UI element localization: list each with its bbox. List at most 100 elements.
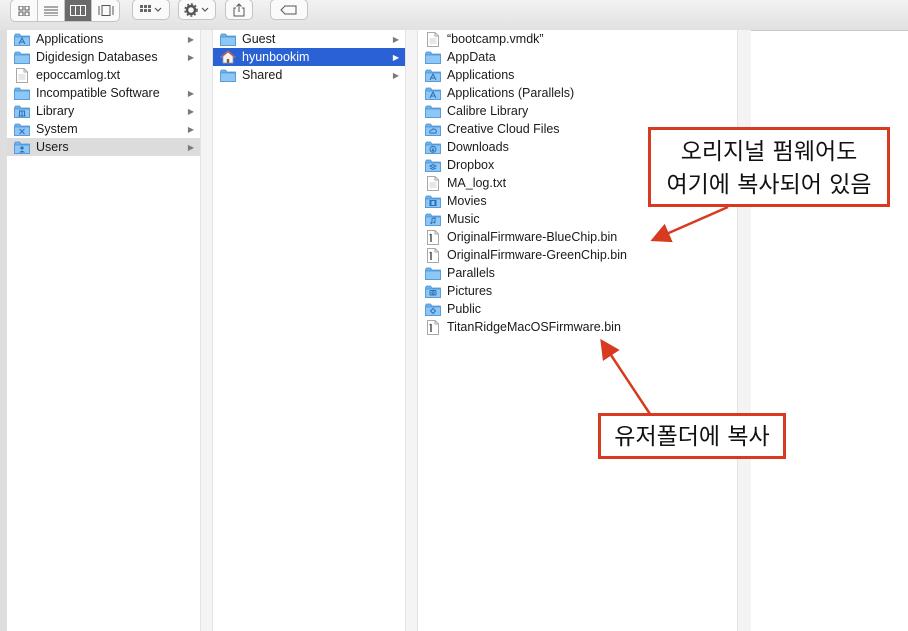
- finder-item-row[interactable]: Users ▶: [7, 138, 200, 156]
- annotation-original-firmware: 오리지널 펌웨어도 여기에 복사되어 있음: [648, 127, 890, 207]
- folder-icon: [14, 50, 30, 64]
- share-button[interactable]: [225, 0, 253, 20]
- system-folder-icon: [14, 122, 30, 136]
- applications-folder-icon: [425, 68, 441, 82]
- finder-item-row[interactable]: Pictures▶: [418, 282, 750, 300]
- finder-item-row[interactable]: Public▶: [418, 300, 750, 318]
- finder-item-label: Applications: [447, 68, 515, 82]
- finder-column-users[interactable]: Guest ▶ hyunbookim ▶ Shared ▶: [213, 30, 406, 631]
- finder-item-row[interactable]: epoccamlog.txt: [7, 66, 200, 84]
- movies-folder-icon: [425, 194, 441, 208]
- document-icon: [425, 31, 441, 47]
- disclosure-arrow-icon: ▶: [187, 142, 194, 152]
- finder-item-row[interactable]: Applications (Parallels)▶: [418, 84, 750, 102]
- document-icon: [14, 67, 30, 83]
- finder-item-label: Pictures: [447, 284, 493, 298]
- finder-item-label: Applications (Parallels): [447, 86, 575, 100]
- finder-item-row[interactable]: OriginalFirmware-BlueChip.bin: [418, 228, 750, 246]
- finder-column-root[interactable]: Applications ▶ Digidesign Databases ▶ epocc…: [7, 30, 201, 631]
- finder-item-row[interactable]: “bootcamp.vmdk”: [418, 30, 750, 48]
- folder-icon: [220, 68, 236, 82]
- column-resize-handle[interactable]: [201, 30, 213, 631]
- finder-item-label: “bootcamp.vmdk”: [447, 32, 544, 46]
- icon-view-button[interactable]: [11, 0, 38, 21]
- finder-item-row[interactable]: hyunbookim ▶: [213, 48, 405, 66]
- annotation-line: 오리지널 펌웨어도: [680, 139, 858, 165]
- downloads-folder-icon: [425, 140, 441, 154]
- share-icon: [233, 2, 245, 16]
- binary-file-icon: [425, 247, 441, 263]
- finder-item-row[interactable]: Applications ▶: [7, 30, 200, 48]
- finder-item-row[interactable]: Parallels▶: [418, 264, 750, 282]
- folder-icon: [425, 104, 441, 118]
- column-view-button[interactable]: [65, 0, 92, 21]
- document-icon: [425, 175, 441, 191]
- finder-item-row[interactable]: Guest ▶: [213, 30, 405, 48]
- finder-item-label: TitanRidgeMacOSFirmware.bin: [447, 320, 621, 334]
- users-folder-icon: [14, 140, 30, 154]
- finder-item-label: Public: [447, 302, 482, 316]
- finder-item-row[interactable]: OriginalFirmware-GreenChip.bin: [418, 246, 750, 264]
- finder-item-label: Digidesign Databases: [36, 50, 158, 64]
- public-folder-icon: [425, 302, 441, 316]
- finder-item-label: Music: [447, 212, 480, 226]
- finder-item-label: Applications: [36, 32, 104, 46]
- finder-item-label: epoccamlog.txt: [36, 68, 121, 82]
- grid-arrange-icon: [140, 4, 162, 12]
- disclosure-arrow-icon: ▶: [392, 52, 399, 62]
- column-view-icon: [70, 5, 86, 16]
- binary-file-icon: [425, 319, 441, 335]
- column-resize-handle[interactable]: [737, 30, 751, 631]
- finder-item-row[interactable]: AppData▶: [418, 48, 750, 66]
- finder-item-row[interactable]: Digidesign Databases ▶: [7, 48, 200, 66]
- finder-item-label: Library: [36, 104, 75, 118]
- list-view-icon: [44, 6, 58, 16]
- library-folder-icon: [14, 104, 30, 118]
- arrange-button[interactable]: [132, 0, 170, 20]
- home-icon: [220, 50, 236, 64]
- folder-icon: [425, 50, 441, 64]
- list-view-button[interactable]: [38, 0, 65, 21]
- icon-view-icon: [18, 5, 30, 16]
- finder-item-row[interactable]: TitanRidgeMacOSFirmware.bin: [418, 318, 750, 336]
- tag-icon: [280, 5, 297, 14]
- finder-item-label: Calibre Library: [447, 104, 529, 118]
- cover-flow-view-button[interactable]: [92, 0, 119, 21]
- action-button[interactable]: [178, 0, 216, 20]
- folder-icon: [14, 86, 30, 100]
- window-edge: [0, 30, 7, 631]
- column-resize-handle[interactable]: [406, 30, 418, 631]
- annotation-line: 여기에 복사되어 있음: [666, 172, 872, 198]
- dropbox-folder-icon: [425, 158, 441, 172]
- folder-icon: [220, 32, 236, 46]
- finder-item-row[interactable]: System ▶: [7, 120, 200, 138]
- finder-item-row[interactable]: Calibre Library▶: [418, 102, 750, 120]
- finder-item-label: Users: [36, 140, 69, 154]
- binary-file-icon: [425, 229, 441, 245]
- disclosure-arrow-icon: ▶: [187, 106, 194, 116]
- annotation-line: 유저폴더에 복사: [614, 424, 770, 450]
- disclosure-arrow-icon: ▶: [392, 70, 399, 80]
- finder-item-label: Incompatible Software: [36, 86, 160, 100]
- pictures-folder-icon: [425, 284, 441, 298]
- folder-icon: [425, 266, 441, 280]
- tag-button[interactable]: [270, 0, 308, 20]
- finder-item-label: OriginalFirmware-GreenChip.bin: [447, 248, 627, 262]
- finder-item-row[interactable]: Incompatible Software ▶: [7, 84, 200, 102]
- disclosure-arrow-icon: ▶: [187, 34, 194, 44]
- finder-item-row[interactable]: Applications▶: [418, 66, 750, 84]
- finder-item-row[interactable]: Music▶: [418, 210, 750, 228]
- gear-icon: [184, 2, 209, 17]
- finder-item-label: Guest: [242, 32, 276, 46]
- finder-item-row[interactable]: Shared ▶: [213, 66, 405, 84]
- finder-item-label: System: [36, 122, 78, 136]
- finder-item-label: Parallels: [447, 266, 495, 280]
- creative-cloud-folder-icon: [425, 122, 441, 136]
- finder-item-row[interactable]: Library ▶: [7, 102, 200, 120]
- finder-item-label: OriginalFirmware-BlueChip.bin: [447, 230, 618, 244]
- view-mode-segmented-control: [10, 0, 120, 22]
- finder-item-label: AppData: [447, 50, 496, 64]
- disclosure-arrow-icon: ▶: [187, 124, 194, 134]
- finder-item-label: Shared: [242, 68, 283, 82]
- finder-column-home[interactable]: “bootcamp.vmdk” AppData▶ Applications▶ A…: [418, 30, 751, 631]
